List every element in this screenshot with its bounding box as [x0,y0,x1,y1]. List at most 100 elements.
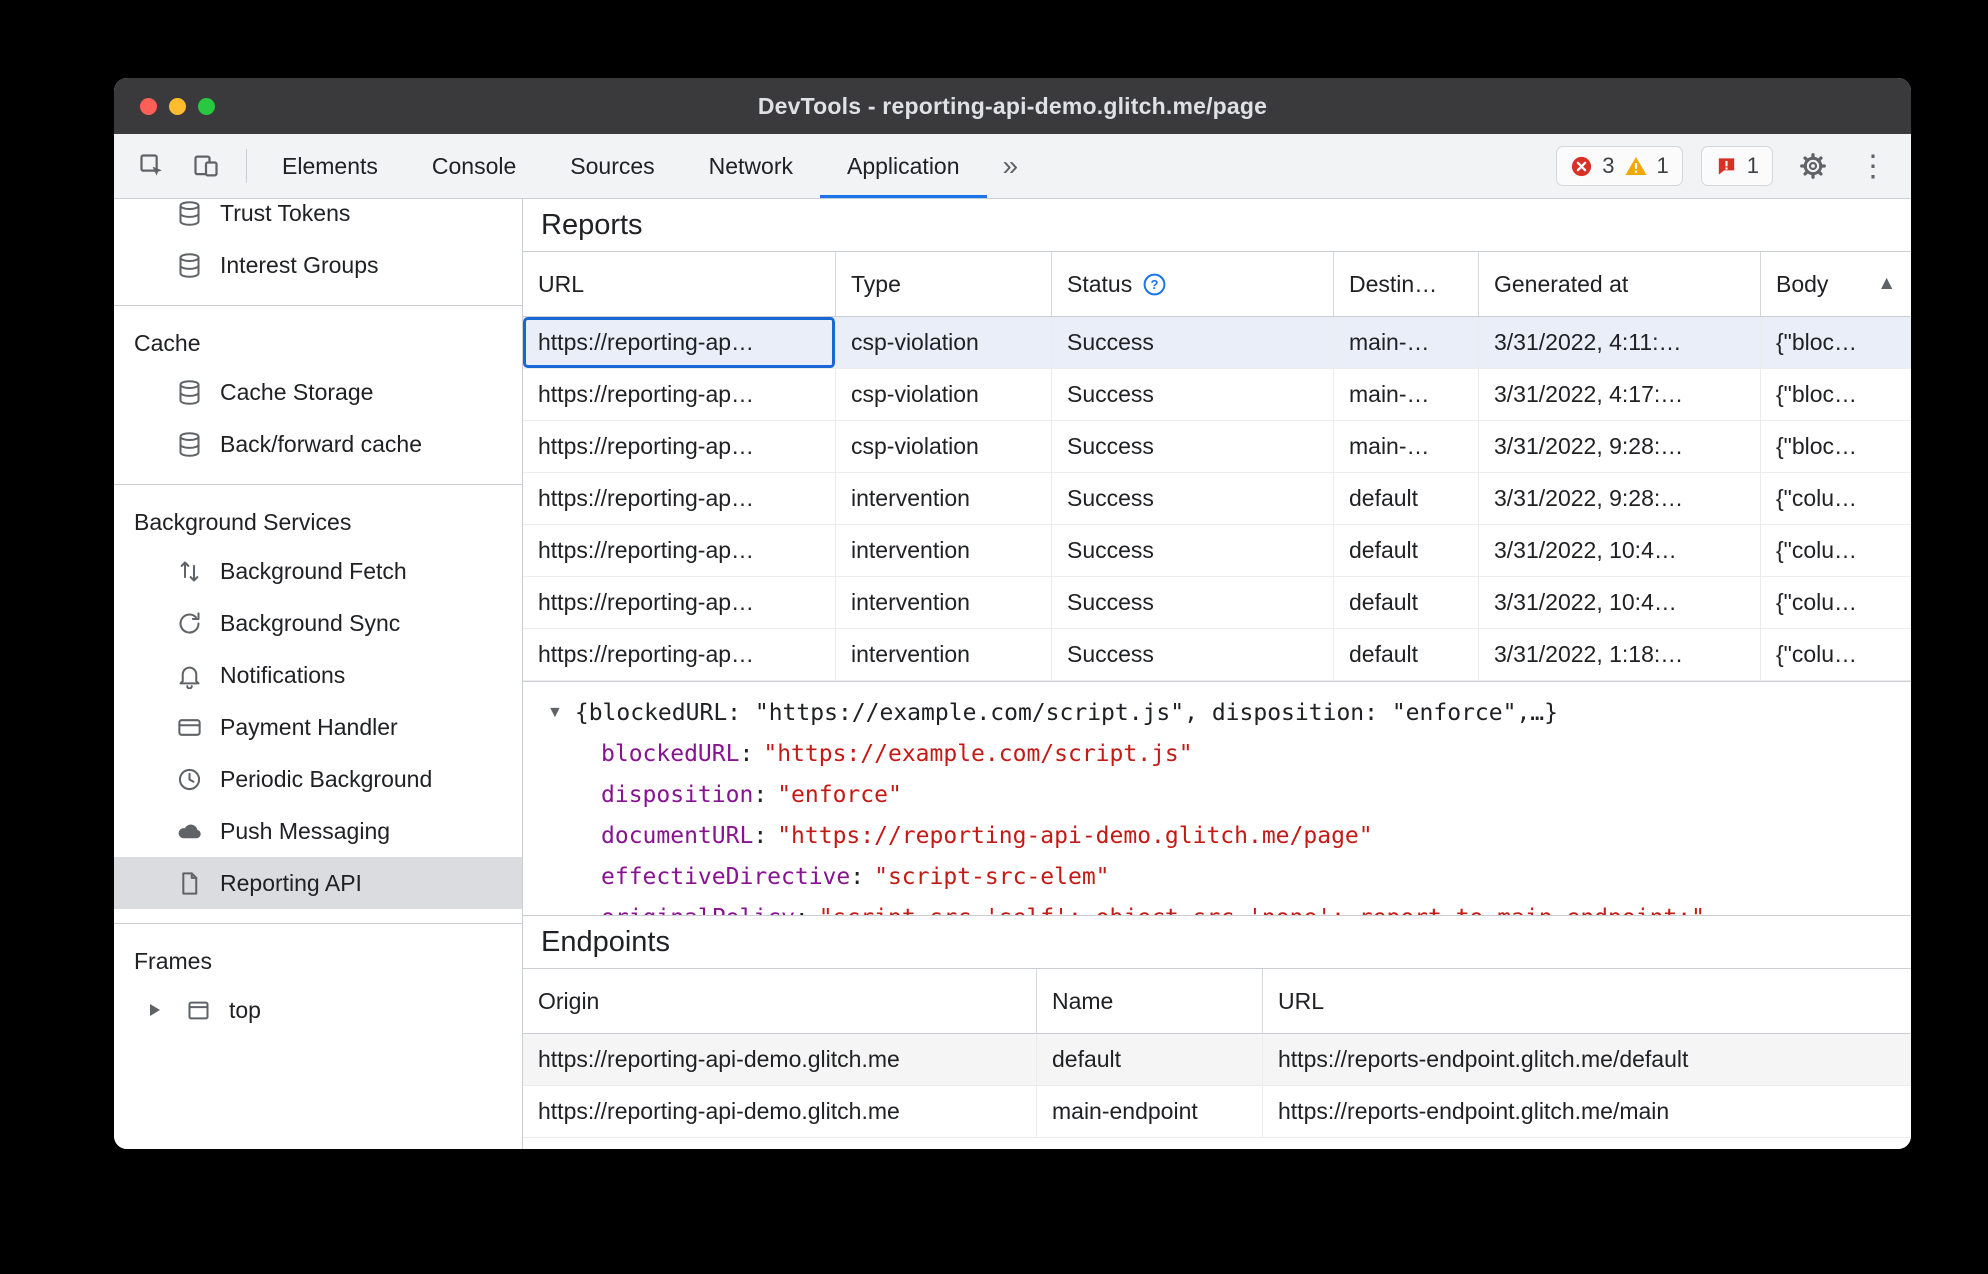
report-row[interactable]: https://reporting-ap… intervention Succe… [523,473,1911,525]
more-tabs-button[interactable]: » [987,134,1035,198]
tab-network[interactable]: Network [682,134,820,198]
chevron-right-icon[interactable] [150,1004,160,1016]
endpoint-row[interactable]: https://reporting-api-demo.glitch.me def… [523,1034,1911,1086]
report-row[interactable]: https://reporting-ap… csp-violation Succ… [523,421,1911,473]
report-generated-cell[interactable]: 3/31/2022, 9:28:… [1479,473,1761,524]
column-header-origin[interactable]: Origin [523,969,1037,1033]
endpoint-url-cell[interactable]: https://reports-endpoint.glitch.me/defau… [1263,1034,1911,1085]
column-header-url[interactable]: URL [523,252,836,316]
sidebar-item-payment-handler[interactable]: Payment Handler [114,701,522,753]
report-destination-cell[interactable]: default [1334,577,1479,628]
report-status-cell[interactable]: Success [1052,577,1334,628]
report-generated-cell[interactable]: 3/31/2022, 4:11:… [1479,317,1761,368]
report-destination-cell[interactable]: default [1334,525,1479,576]
report-url-cell[interactable]: https://reporting-ap… [523,577,836,628]
report-row[interactable]: https://reporting-ap… csp-violation Succ… [523,369,1911,421]
report-body-cell[interactable]: {"colu… [1761,473,1911,524]
report-status-cell[interactable]: Success [1052,473,1334,524]
sidebar-item-back-forward-cache[interactable]: Back/forward cache [114,418,522,470]
report-type-cell[interactable]: intervention [836,473,1052,524]
help-icon[interactable]: ? [1142,272,1167,297]
report-destination-cell[interactable]: main-… [1334,369,1479,420]
report-generated-cell[interactable]: 3/31/2022, 10:4… [1479,577,1761,628]
report-type-cell[interactable]: intervention [836,525,1052,576]
console-status-badge[interactable]: 3 1 [1556,146,1683,186]
reports-header-row: URL Type Status ? Destin… Generated at B… [523,252,1911,317]
report-url-cell[interactable]: https://reporting-ap… [523,629,836,680]
report-body-cell[interactable]: {"bloc… [1761,369,1911,420]
endpoint-name-cell[interactable]: default [1037,1034,1263,1085]
sidebar-item-notifications[interactable]: Notifications [114,649,522,701]
json-key: originalPolicy [601,905,795,916]
report-row[interactable]: https://reporting-ap… intervention Succe… [523,629,1911,681]
endpoint-name-cell[interactable]: main-endpoint [1037,1086,1263,1137]
sidebar-item-background-fetch[interactable]: Background Fetch [114,545,522,597]
report-status-cell[interactable]: Success [1052,369,1334,420]
kebab-menu-icon[interactable]: ⋮ [1853,149,1893,184]
report-type-cell[interactable]: csp-violation [836,369,1052,420]
report-status-cell[interactable]: Success [1052,421,1334,472]
column-header-type[interactable]: Type [836,252,1052,316]
endpoint-origin-cell[interactable]: https://reporting-api-demo.glitch.me [523,1034,1037,1085]
report-generated-cell[interactable]: 3/31/2022, 10:4… [1479,525,1761,576]
report-destination-cell[interactable]: default [1334,473,1479,524]
report-status-cell[interactable]: Success [1052,629,1334,680]
issues-badge[interactable]: 1 [1700,146,1773,186]
sidebar-item-push-messaging[interactable]: Push Messaging [114,805,522,857]
tab-sources[interactable]: Sources [543,134,681,198]
column-header-endpoint-url[interactable]: URL [1263,969,1911,1033]
report-body-cell[interactable]: {"bloc… [1761,317,1911,368]
report-generated-cell[interactable]: 3/31/2022, 9:28:… [1479,421,1761,472]
report-type-cell[interactable]: intervention [836,577,1052,628]
endpoint-origin-cell[interactable]: https://reporting-api-demo.glitch.me [523,1086,1037,1137]
column-header-body[interactable]: Body ▲ [1761,252,1911,316]
report-status-cell[interactable]: Success [1052,317,1334,368]
report-row[interactable]: https://reporting-ap… intervention Succe… [523,525,1911,577]
report-url-cell[interactable]: https://reporting-ap… [523,421,836,472]
report-body-cell[interactable]: {"colu… [1761,525,1911,576]
warning-icon [1625,157,1646,175]
tab-application[interactable]: Application [820,134,987,198]
tab-console[interactable]: Console [405,134,543,198]
report-body-cell[interactable]: {"colu… [1761,629,1911,680]
report-destination-cell[interactable]: main-… [1334,421,1479,472]
tab-elements[interactable]: Elements [255,134,405,198]
sidebar-item-reporting-api[interactable]: Reporting API [114,857,522,909]
device-toolbar-button[interactable] [184,144,228,188]
maximize-button[interactable] [198,97,215,115]
minimize-button[interactable] [169,97,186,115]
report-destination-cell[interactable]: default [1334,629,1479,680]
report-generated-cell[interactable]: 3/31/2022, 1:18:… [1479,629,1761,680]
expand-toggle-icon[interactable]: ▼ [547,704,563,722]
report-row[interactable]: https://reporting-ap… intervention Succe… [523,577,1911,629]
report-body-cell[interactable]: {"bloc… [1761,421,1911,472]
report-type-cell[interactable]: intervention [836,629,1052,680]
report-status-cell[interactable]: Success [1052,525,1334,576]
report-url-cell[interactable]: https://reporting-ap… [523,369,836,420]
report-type-cell[interactable]: csp-violation [836,421,1052,472]
column-header-status[interactable]: Status ? [1052,252,1334,316]
report-destination-cell[interactable]: main-… [1334,317,1479,368]
sidebar-item-top-frame[interactable]: top [114,984,522,1036]
report-url-cell[interactable]: https://reporting-ap… [523,317,836,368]
sidebar-item-interest-groups[interactable]: Interest Groups [114,239,522,291]
sidebar-item-periodic-background-sync[interactable]: Periodic Background [114,753,522,805]
report-url-cell[interactable]: https://reporting-ap… [523,473,836,524]
endpoint-row[interactable]: https://reporting-api-demo.glitch.me mai… [523,1086,1911,1138]
report-body-cell[interactable]: {"colu… [1761,577,1911,628]
sidebar-item-background-sync[interactable]: Background Sync [114,597,522,649]
column-header-destination[interactable]: Destin… [1334,252,1479,316]
close-button[interactable] [140,97,157,115]
endpoint-url-cell[interactable]: https://reports-endpoint.glitch.me/main [1263,1086,1911,1137]
settings-button[interactable] [1791,144,1835,188]
inspect-element-button[interactable] [130,144,174,188]
sidebar-item-cache-storage[interactable]: Cache Storage [114,366,522,418]
column-header-generated-at[interactable]: Generated at [1479,252,1761,316]
report-generated-cell[interactable]: 3/31/2022, 4:17:… [1479,369,1761,420]
report-row[interactable]: https://reporting-ap… csp-violation Succ… [523,317,1911,369]
report-url-cell[interactable]: https://reporting-ap… [523,525,836,576]
report-type-cell[interactable]: csp-violation [836,317,1052,368]
sidebar-item-trust-tokens[interactable]: Trust Tokens [114,199,522,239]
column-header-name[interactable]: Name [1037,969,1263,1033]
toolbar-left [130,134,255,198]
